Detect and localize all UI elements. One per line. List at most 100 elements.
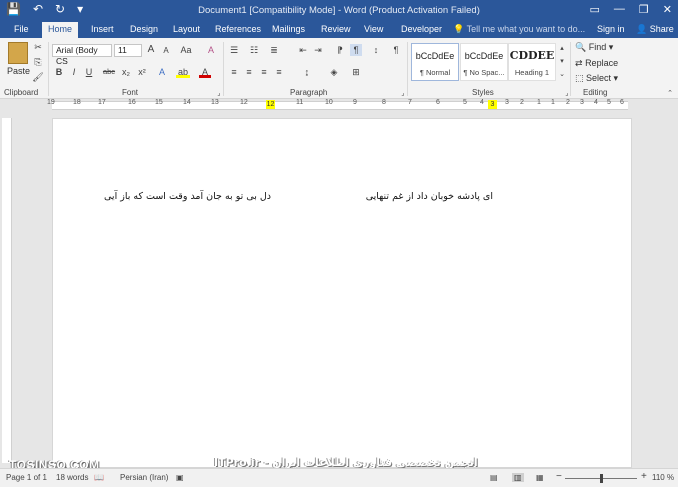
multilevel-list-icon[interactable]: ≣ [268,44,280,56]
web-layout-icon[interactable]: ▦ [536,473,544,482]
tab-design[interactable]: Design [124,22,164,38]
read-mode-icon[interactable]: ▤ [490,473,498,482]
tab-layout[interactable]: Layout [167,22,206,38]
document-page[interactable]: ای پادشه خوبان داد از غم تنهایی دل بی تو… [52,118,632,468]
tab-review[interactable]: Review [315,22,357,38]
borders-icon[interactable]: ⊞ [350,66,362,78]
ltr-direction-icon[interactable]: ⁋ [334,44,346,56]
close-button[interactable]: ✕ [663,3,672,16]
clear-formatting-icon[interactable]: A [205,44,217,56]
style-normal-name: ¶ Normal [419,68,451,77]
justify-icon[interactable]: ≡ [273,66,285,78]
bold-button[interactable]: B [53,66,65,78]
zoom-slider-thumb[interactable] [600,474,603,483]
ribbon-display-options-icon[interactable]: ▭ [590,3,600,16]
tell-me-search[interactable]: 💡 Tell me what you want to do... [453,24,585,35]
zoom-out-button[interactable]: − [556,471,562,482]
word-count[interactable]: 18 words [56,473,88,482]
paragraph-group-label: Paragraph [290,88,328,97]
horizontal-ruler[interactable]: 19 18 17 16 15 14 13 12 11 10 9 8 7 6 5 … [0,99,678,111]
ruler-tick: 16 [128,99,136,106]
select-button[interactable]: ⬚ Select ▾ [575,73,618,84]
replace-button[interactable]: ⇄ Replace [575,58,618,69]
underline-button[interactable]: U [83,66,95,78]
show-formatting-icon[interactable]: ¶ [390,44,402,56]
font-name-combo[interactable]: Arial (Body CS [52,44,112,66]
ruler-indent-marker-highlight[interactable]: 3 [488,100,497,109]
sign-in-link[interactable]: Sign in [597,24,625,34]
grow-font-icon[interactable]: A [145,44,157,56]
rtl-direction-icon[interactable]: ¶ [350,44,362,56]
style-no-spacing[interactable]: bCcDdEe ¶ No Spac... [460,43,508,81]
paste-icon[interactable] [8,42,28,64]
find-button[interactable]: 🔍 Find ▾ [575,42,613,53]
lightbulb-icon: 💡 [453,24,465,34]
zoom-in-button[interactable]: + [641,471,647,482]
decrease-indent-icon[interactable]: ⇤ [297,44,309,56]
tab-developer[interactable]: Developer [395,22,448,38]
clipboard-group-label: Clipboard [4,88,39,97]
tab-view[interactable]: View [358,22,389,38]
cut-icon[interactable]: ✂ [32,41,44,53]
paste-button[interactable]: Paste [7,66,30,76]
tab-home[interactable]: Home [42,22,79,38]
ruler-tick: 19 [47,99,55,106]
ruler-tick: 9 [353,99,357,106]
align-right-icon[interactable]: ≡ [258,66,270,78]
bullets-icon[interactable]: ☰ [228,44,240,56]
increase-indent-icon[interactable]: ⇥ [312,44,324,56]
font-size-combo[interactable]: 11 [114,44,142,57]
style-heading-1[interactable]: CDDEE Heading 1 [508,43,556,81]
text-effects-icon[interactable]: A [156,66,168,78]
styles-group-label: Styles [472,88,494,97]
change-case-icon[interactable]: Aa [178,44,194,56]
tab-references[interactable]: References [209,22,267,38]
tab-insert[interactable]: Insert [85,22,120,38]
strikethrough-button[interactable]: abc [101,66,117,78]
select-label: Select [586,73,612,83]
ruler-tick: 3 [580,99,584,106]
align-center-icon[interactable]: ≡ [243,66,255,78]
style-normal[interactable]: bCcDdEe ¶ Normal [411,43,459,81]
styles-more-icon[interactable]: ⌄ [556,69,568,81]
ruler-tick: 7 [408,99,412,106]
proofing-icon[interactable]: 📖 [94,473,104,482]
tab-file[interactable]: File [8,22,35,38]
font-color-icon[interactable]: A [199,66,211,78]
ruler-indent-marker-highlight[interactable]: 12 [266,100,275,109]
minimize-button[interactable]: — [614,3,625,16]
zoom-level[interactable]: 110 % [652,473,674,482]
highlight-color-icon[interactable]: ab [176,66,190,78]
copy-icon[interactable]: ⎘ [32,56,44,68]
subscript-button[interactable]: x₂ [120,66,132,78]
page-count[interactable]: Page 1 of 1 [6,473,47,482]
poem-line-1[interactable]: ای پادشه خوبان داد از غم تنهایی [366,191,493,202]
format-painter-icon[interactable]: 🖌 [32,71,44,83]
ruler-tick: 6 [436,99,440,106]
ruler-tick: 2 [520,99,524,106]
shading-icon[interactable]: ◈ [328,66,340,78]
align-left-icon[interactable]: ≡ [228,66,240,78]
shrink-font-icon[interactable]: A [160,45,172,57]
language-indicator[interactable]: Persian (Iran) [120,473,168,482]
font-group-label: Font [122,88,139,97]
style-no-spacing-preview: bCcDdEe [464,51,504,61]
macro-record-icon[interactable]: ▣ [176,473,184,482]
superscript-button[interactable]: x² [136,66,148,78]
status-bar: Page 1 of 1 18 words 📖 Persian (Iran) ▣ … [0,468,678,487]
styles-scroll-down-icon[interactable]: ▾ [556,56,568,68]
vertical-ruler[interactable] [2,118,12,463]
styles-scroll-up-icon[interactable]: ▴ [556,43,568,55]
print-layout-icon[interactable]: ▥ [512,473,524,482]
share-button[interactable]: 👤 Share [636,24,674,35]
line-spacing-icon[interactable]: ↨ [301,66,313,78]
ruler-tick: 14 [183,99,191,106]
editing-group-label: Editing [583,88,608,97]
ruler-tick: 5 [607,99,611,106]
italic-button[interactable]: I [68,66,80,78]
numbering-icon[interactable]: ☷ [248,44,260,56]
sort-icon[interactable]: ↕ [370,44,382,56]
poem-line-2[interactable]: دل بی تو به جان آمد وقت است که باز آیی [104,191,271,202]
restore-button[interactable]: ❐ [639,3,649,16]
tab-mailings[interactable]: Mailings [266,22,311,38]
